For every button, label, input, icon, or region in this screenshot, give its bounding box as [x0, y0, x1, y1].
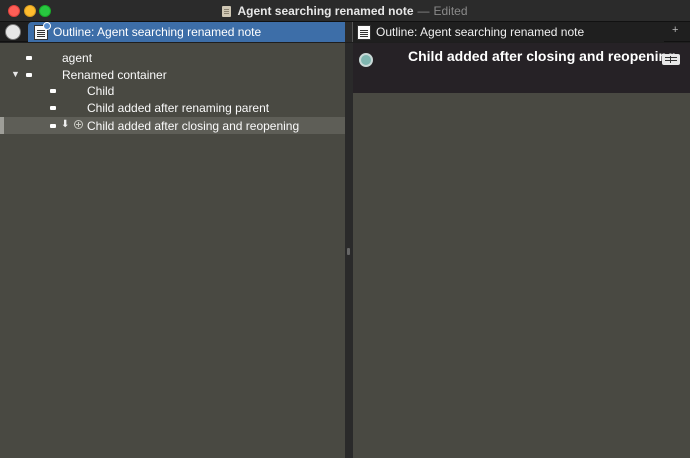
- outline-row-label: Child added after renaming parent: [87, 101, 270, 115]
- note-prototype-icon[interactable]: [359, 53, 373, 67]
- tab-outline-right[interactable]: Outline: Agent searching renamed note: [352, 22, 664, 42]
- outline-row-label: Child added after closing and reopening: [87, 119, 300, 133]
- note-title[interactable]: Child added after closing and reopening: [408, 48, 676, 64]
- add-child-icon[interactable]: [74, 120, 83, 129]
- tab-bar: Outline: Agent searching renamed note Ou…: [0, 21, 690, 42]
- outline-row-child-after-reopening[interactable]: ⬇ Child added after closing and reopenin…: [0, 117, 345, 134]
- edited-status: Edited: [433, 4, 468, 18]
- tab-label: Outline: Agent searching renamed note: [376, 25, 585, 39]
- outline-icon: [357, 24, 371, 40]
- outline-row-renamed-container[interactable]: ▼ Renamed container: [0, 66, 345, 83]
- title-separator: —: [417, 4, 430, 18]
- outline-icon: [34, 21, 51, 40]
- note-bullet-icon[interactable]: [50, 89, 56, 93]
- outline-row-child-after-renaming[interactable]: Child added after renaming parent: [0, 99, 345, 116]
- outline-row-label: Child: [87, 84, 115, 98]
- note-text-pane[interactable]: [353, 43, 690, 458]
- outline-row-label: agent: [62, 51, 93, 65]
- outline-row-child[interactable]: Child: [0, 82, 345, 99]
- note-color-circle-icon[interactable]: [5, 24, 21, 40]
- note-bullet-icon[interactable]: [26, 56, 32, 60]
- outline-row-label: Renamed container: [62, 68, 167, 82]
- document-icon[interactable]: [222, 5, 232, 17]
- note-bullet-icon[interactable]: [50, 106, 56, 110]
- arrow-down-icon[interactable]: ⬇: [61, 119, 69, 130]
- note-menu-button[interactable]: [662, 54, 680, 65]
- window-title: Agent searching renamed note: [237, 4, 414, 18]
- badge-icon: [43, 21, 51, 30]
- splitter-handle-icon[interactable]: [347, 248, 350, 255]
- outline-row-agent[interactable]: agent: [0, 49, 345, 66]
- note-bullet-icon[interactable]: [50, 124, 56, 128]
- disclosure-triangle-icon[interactable]: ▼: [11, 69, 20, 79]
- tab-label: Outline: Agent searching renamed note: [53, 25, 262, 39]
- tab-outline-left[interactable]: Outline: Agent searching renamed note: [28, 21, 349, 42]
- title-bar: Agent searching renamed note — Edited: [0, 0, 690, 22]
- window-title-area: Agent searching renamed note — Edited: [0, 0, 690, 22]
- note-bullet-icon[interactable]: [26, 73, 32, 77]
- add-tab-button[interactable]: +: [672, 24, 678, 36]
